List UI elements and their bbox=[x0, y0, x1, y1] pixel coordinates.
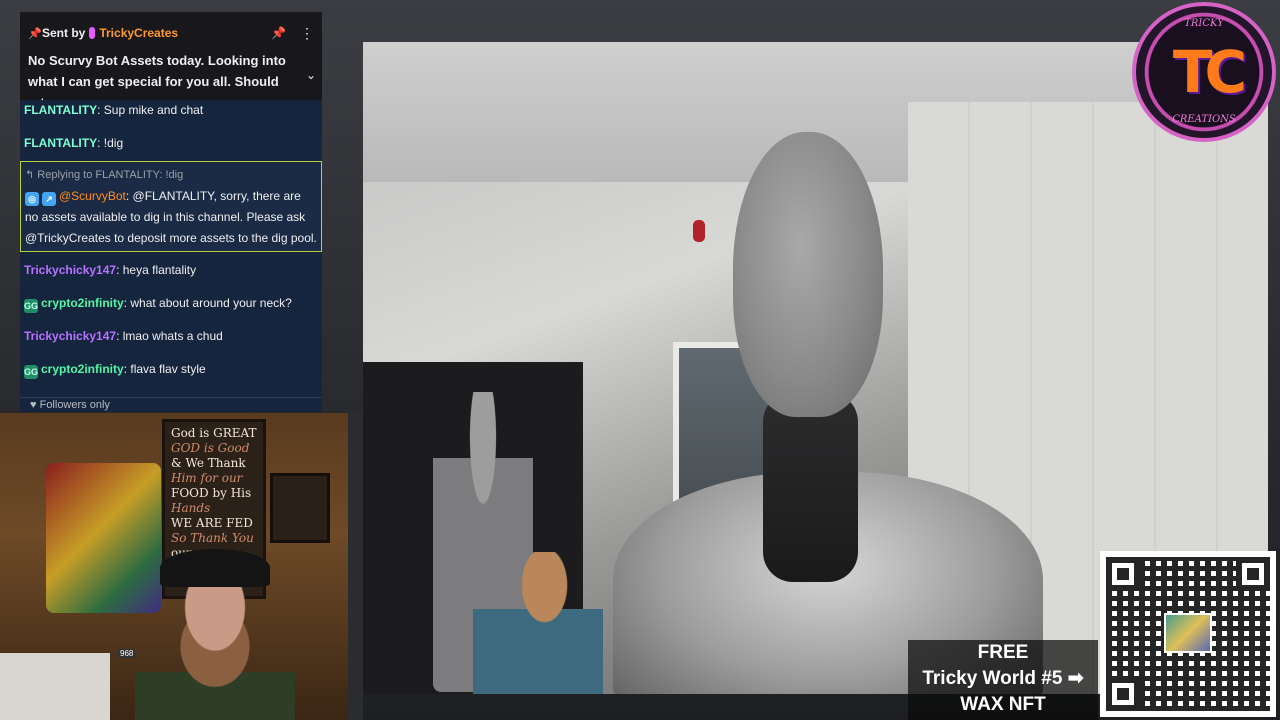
chat-text: flava flav style bbox=[130, 362, 206, 376]
sign-line: So Thank You bbox=[171, 531, 254, 545]
sign-line: WE ARE FED bbox=[171, 516, 253, 530]
qr-code bbox=[1100, 551, 1276, 717]
pinned-header: 📌 Sent by TrickyCreates 📌 ⋮ bbox=[28, 24, 314, 42]
sign-line: God is GREAT bbox=[171, 426, 257, 440]
logo-bottom-text: CREATIONS bbox=[1172, 114, 1236, 125]
logo-letters: TC bbox=[1172, 38, 1247, 106]
followers-only-label: Followers only bbox=[39, 399, 110, 411]
reply-icon: ↰ bbox=[25, 169, 35, 181]
chat-text: lmao whats a chud bbox=[122, 329, 223, 343]
sign-line: & We Thank bbox=[171, 456, 246, 470]
heart-icon: ♥ bbox=[30, 399, 37, 411]
webcam-label: 968 bbox=[118, 649, 136, 658]
followers-only-bar: ♥ Followers only bbox=[20, 397, 322, 413]
chat-username[interactable]: crypto2infinity bbox=[41, 296, 124, 310]
qr-finder bbox=[1106, 557, 1140, 591]
chat-message: Trickychicky147: lmao whats a chud bbox=[24, 329, 223, 343]
chat-username[interactable]: FLANTALITY bbox=[24, 103, 97, 117]
verified-badge-icon: ↗ bbox=[42, 192, 56, 206]
sent-by-label: Sent by bbox=[42, 26, 86, 40]
pinned-sender[interactable]: TrickyCreates bbox=[99, 26, 178, 40]
more-icon[interactable]: ⋮ bbox=[300, 26, 314, 40]
robot-head bbox=[733, 132, 883, 417]
sign-line: GOD is Good bbox=[171, 441, 250, 455]
nft-line-3: WAX NFT bbox=[960, 694, 1046, 715]
chevron-down-icon[interactable]: ⌄ bbox=[306, 68, 316, 82]
qr-center-image bbox=[1164, 613, 1212, 653]
tricky-creations-logo: TRICKY TC CREATIONS bbox=[1132, 2, 1276, 142]
webcam-feed: God is GREAT GOD is Good & We Thank Him … bbox=[0, 413, 348, 720]
chat-message: FLANTALITY: Sup mike and chat bbox=[24, 103, 204, 117]
chat-username[interactable]: crypto2infinity bbox=[41, 362, 124, 376]
chat-panel: FLANTALITY: Sup mike and chat FLANTALITY… bbox=[20, 100, 322, 412]
overlay-divider bbox=[348, 413, 363, 720]
chat-message: GG crypto2infinity: what about around you… bbox=[24, 296, 292, 313]
pin-icon: 📌 bbox=[28, 27, 42, 40]
chat-message: Trickychicky147: heya flantality bbox=[24, 263, 197, 277]
nft-promo: FREE Tricky World #5 ➡ WAX NFT bbox=[908, 640, 1098, 720]
nft-line-2: Tricky World #5 ➡ bbox=[922, 668, 1084, 689]
unpin-icon[interactable]: 📌 bbox=[271, 26, 286, 40]
background-person bbox=[473, 552, 603, 694]
logo-top-text: TRICKY bbox=[1184, 18, 1224, 29]
pinned-message[interactable]: 📌 Sent by TrickyCreates 📌 ⋮ No Scurvy Bo… bbox=[20, 10, 322, 110]
streamer-cap bbox=[160, 549, 270, 587]
chat-text: heya flantality bbox=[122, 263, 197, 277]
chat-text: what about around your neck? bbox=[130, 296, 292, 310]
qr-finder bbox=[1106, 677, 1140, 711]
qr-modules bbox=[1106, 557, 1270, 711]
sign-line: FOOD by His bbox=[171, 486, 252, 500]
whiteboard bbox=[0, 653, 110, 720]
chat-username[interactable]: Trickychicky147 bbox=[24, 329, 116, 343]
reply-to-text: Replying to FLANTALITY: !dig bbox=[37, 169, 184, 181]
qr-finder bbox=[1236, 557, 1270, 591]
chat-message: FLANTALITY: !dig bbox=[24, 136, 124, 150]
sign-line: Hands bbox=[171, 501, 211, 515]
chat-username[interactable]: FLANTALITY bbox=[24, 136, 97, 150]
chat-username[interactable]: @ScurvyBot bbox=[59, 189, 126, 203]
reply-message: ↰ Replying to FLANTALITY: !dig ◎ ↗ @Scurvy… bbox=[20, 161, 322, 252]
chat-text: !dig bbox=[103, 136, 124, 150]
nft-line-1: FREE bbox=[977, 642, 1029, 663]
bot-badge-icon: ◎ bbox=[25, 192, 39, 206]
video-alarm-lamp bbox=[693, 220, 705, 242]
robot-neck bbox=[763, 392, 858, 582]
gg-badge-icon: GG bbox=[24, 299, 39, 313]
wall-frame bbox=[270, 473, 330, 543]
sender-badge-icon bbox=[89, 27, 96, 39]
reply-body: ◎ ↗ @ScurvyBot: @FLANTALITY, sorry, there … bbox=[25, 189, 317, 245]
chat-text: Sup mike and chat bbox=[103, 103, 204, 117]
chat-message: GG crypto2infinity: flava flav style bbox=[24, 362, 206, 379]
chat-username[interactable]: Trickychicky147 bbox=[24, 263, 116, 277]
sign-line: Him for our bbox=[171, 471, 243, 485]
reply-header[interactable]: ↰ Replying to FLANTALITY: !dig bbox=[25, 168, 183, 181]
gg-badge-icon: GG bbox=[24, 365, 39, 379]
